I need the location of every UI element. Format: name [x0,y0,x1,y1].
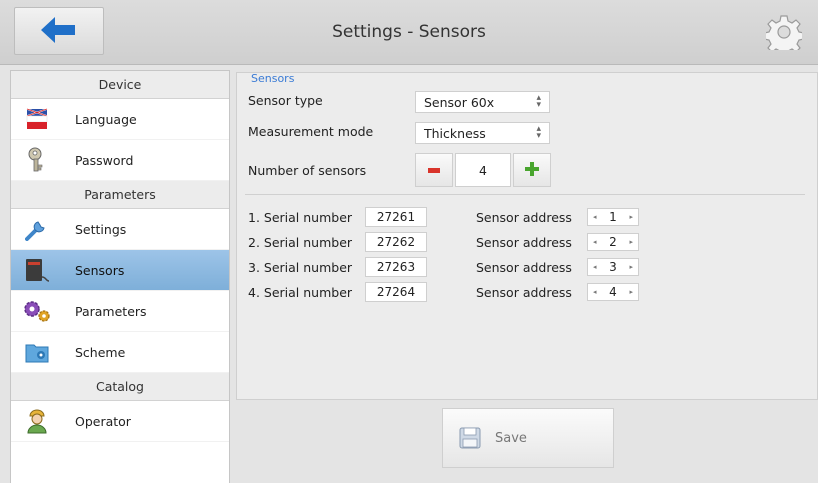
key-icon [23,147,51,173]
sidebar-item-label: Language [75,111,137,127]
operator-icon [23,408,51,434]
sensor-icon [23,257,51,283]
panel-legend: Sensors [251,72,295,85]
measurement-mode-value: Thickness [424,125,486,141]
sidebar-item-password[interactable]: Password [11,140,229,181]
save-label: Save [495,430,527,446]
sidebar-item-sensors[interactable]: Sensors [11,250,229,291]
flag-icon [23,106,51,132]
address-label-1: Sensor address [476,210,572,225]
sidebar-item-label: Password [75,152,134,168]
divider [245,194,805,195]
measurement-mode-select[interactable]: Thickness ▴ ▾ [415,122,550,144]
plus-icon [525,161,539,179]
sidebar-item-language[interactable]: Language [11,99,229,140]
address-spinner-3[interactable]: ◂ 3 ▸ [587,258,639,276]
save-button[interactable]: Save [442,408,614,468]
app-window: Settings - Sensors Device Language Passw… [0,0,818,483]
sensor-type-select[interactable]: Sensor 60x ▴ ▾ [415,91,550,113]
select-arrows-icon: ▴ ▾ [536,93,541,110]
serial-label-3: 3. Serial number [248,260,353,275]
serial-input-3[interactable]: 27263 [365,257,427,277]
arrow-left-icon[interactable]: ◂ [593,263,597,271]
gears-icon [23,298,51,324]
sensor-type-value: Sensor 60x [424,94,495,110]
address-label-3: Sensor address [476,260,572,275]
serial-label-4: 4. Serial number [248,285,353,300]
increment-button[interactable] [513,153,551,187]
minus-icon [428,163,440,177]
address-label-4: Sensor address [476,285,572,300]
serial-label-1: 1. Serial number [248,210,353,225]
sensors-panel: Sensors Sensor type Sensor 60x ▴ ▾ Measur… [236,72,818,400]
scheme-icon [23,339,51,365]
address-value: 4 [609,285,617,299]
sidebar-item-label: Scheme [75,344,126,360]
sidebar-item-scheme[interactable]: Scheme [11,332,229,373]
serial-input-1[interactable]: 27261 [365,207,427,227]
floppy-disk-icon [459,427,481,449]
page-title: Settings - Sensors [332,22,486,42]
sidebar-item-settings[interactable]: Settings [11,209,229,250]
decrement-button[interactable] [415,153,453,187]
address-value: 1 [609,210,617,224]
sidebar-group-device: Device [11,71,229,99]
sidebar-item-operator[interactable]: Operator [11,401,229,442]
address-value: 3 [609,260,617,274]
serial-label-2: 2. Serial number [248,235,353,250]
gear-icon[interactable] [766,14,802,50]
arrow-left-icon[interactable]: ◂ [593,213,597,221]
number-of-sensors-label: Number of sensors [248,163,367,178]
arrow-right-icon[interactable]: ▸ [629,288,633,296]
address-spinner-1[interactable]: ◂ 1 ▸ [587,208,639,226]
sidebar-group-parameters: Parameters [11,181,229,209]
sidebar-item-label: Parameters [75,303,147,319]
sidebar-item-label: Settings [75,221,127,237]
address-label-2: Sensor address [476,235,572,250]
header-bar: Settings - Sensors [0,0,818,65]
address-spinner-2[interactable]: ◂ 2 ▸ [587,233,639,251]
arrow-right-icon[interactable]: ▸ [629,238,633,246]
serial-input-2[interactable]: 27262 [365,232,427,252]
measurement-mode-label: Measurement mode [248,124,374,139]
arrow-left-icon[interactable]: ◂ [593,288,597,296]
sidebar: Device Language Password Parameters Sett… [10,70,230,483]
sidebar-item-parameters[interactable]: Parameters [11,291,229,332]
arrow-right-icon[interactable]: ▸ [629,213,633,221]
wrench-icon [23,216,51,242]
sidebar-item-label: Operator [75,413,131,429]
sidebar-group-catalog: Catalog [11,373,229,401]
arrow-left-icon[interactable]: ◂ [593,238,597,246]
sensor-type-label: Sensor type [248,93,323,108]
serial-input-4[interactable]: 27264 [365,282,427,302]
select-arrows-icon: ▴ ▾ [536,124,541,141]
arrow-right-icon[interactable]: ▸ [629,263,633,271]
number-of-sensors-value[interactable]: 4 [455,153,511,187]
sidebar-item-label: Sensors [75,262,125,278]
address-value: 2 [609,235,617,249]
address-spinner-4[interactable]: ◂ 4 ▸ [587,283,639,301]
